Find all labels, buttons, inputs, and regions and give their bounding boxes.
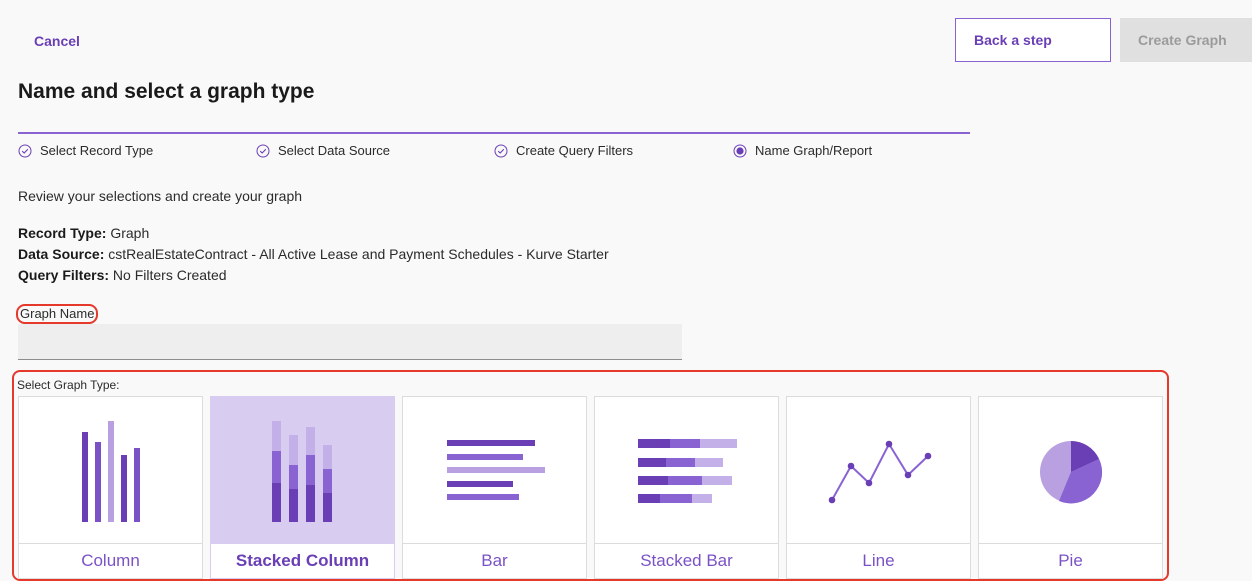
graph-type-line[interactable]: Line [786, 396, 971, 579]
step-label: Name Graph/Report [755, 143, 873, 158]
tile-label: Pie [979, 543, 1162, 578]
stacked-bar-chart-icon [638, 439, 737, 503]
checkmark-circle-icon [494, 144, 508, 157]
record-type-label: Record Type: [18, 225, 107, 241]
query-filters-label: Query Filters: [18, 267, 110, 283]
line-chart-icon [828, 440, 932, 504]
stacked-column-chart-icon [272, 421, 332, 522]
step-select-data-source[interactable]: Select Data Source [256, 143, 390, 158]
step-label: Select Data Source [278, 143, 391, 158]
graph-type-stacked-column[interactable]: Stacked Column [210, 396, 395, 579]
tile-label: Line [787, 543, 970, 578]
graph-type-bar[interactable]: Bar [402, 396, 587, 579]
current-step-icon [733, 144, 747, 157]
progress-bar [18, 132, 970, 134]
tile-label: Stacked Column [211, 543, 394, 578]
graph-name-label: Graph Name [16, 304, 99, 324]
bar-chart-icon [447, 440, 545, 500]
pie-chart-icon [1040, 441, 1103, 504]
create-graph-button[interactable]: Create Graph [1120, 18, 1252, 62]
data-source-value: cstRealEstateContract - All Active Lease… [108, 246, 609, 262]
cancel-link[interactable]: Cancel [34, 33, 80, 49]
column-chart-icon [82, 421, 140, 522]
tile-label: Column [19, 543, 202, 578]
summary-record-type: Record Type: Graph [18, 225, 149, 241]
checkmark-circle-icon [256, 144, 270, 157]
step-name-graph-report[interactable]: Name Graph/Report [733, 143, 872, 158]
step-label: Create Query Filters [516, 143, 634, 158]
checkmark-circle-icon [18, 144, 32, 157]
data-source-label: Data Source: [18, 246, 105, 262]
back-a-step-button[interactable]: Back a step [955, 18, 1111, 62]
review-instructions: Review your selections and create your g… [18, 188, 303, 204]
graph-type-pie[interactable]: Pie [978, 396, 1163, 579]
page-title: Name and select a graph type [18, 80, 315, 103]
graph-type-column[interactable]: Column [18, 396, 203, 579]
step-create-query-filters[interactable]: Create Query Filters [494, 143, 633, 158]
record-type-value: Graph [110, 225, 150, 241]
select-graph-type-label: Select Graph Type: [17, 378, 120, 392]
tile-label: Bar [403, 543, 586, 578]
summary-data-source: Data Source: cstRealEstateContract - All… [18, 246, 609, 262]
step-label: Select Record Type [40, 143, 154, 158]
tile-label: Stacked Bar [595, 543, 778, 578]
graph-type-stacked-bar[interactable]: Stacked Bar [594, 396, 779, 579]
summary-query-filters: Query Filters: No Filters Created [18, 267, 227, 283]
step-select-record-type[interactable]: Select Record Type [18, 143, 153, 158]
query-filters-value: No Filters Created [112, 267, 227, 283]
graph-name-input[interactable] [18, 324, 682, 360]
